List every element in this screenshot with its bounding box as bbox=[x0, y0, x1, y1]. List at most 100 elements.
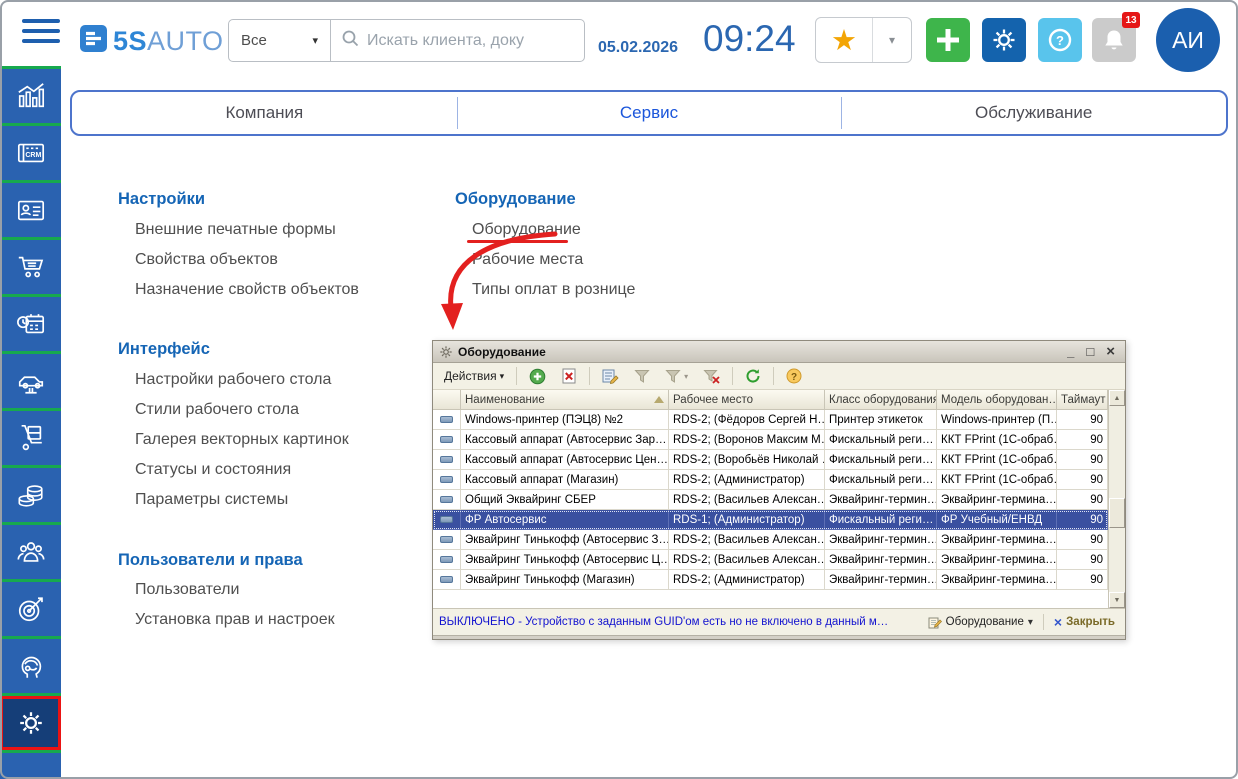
scroll-down-button[interactable]: ▼ bbox=[1109, 592, 1125, 608]
table-row[interactable]: Кассовый аппарат (Автосервис Цен… RDS-2;… bbox=[433, 450, 1108, 470]
search-input[interactable] bbox=[367, 32, 574, 50]
scroll-up-button[interactable]: ▲ bbox=[1109, 390, 1125, 406]
column-row-marker[interactable] bbox=[433, 390, 461, 410]
sidebar-item-next[interactable] bbox=[0, 753, 61, 779]
menu-link-vector-gallery[interactable]: Галерея векторных картинок bbox=[135, 431, 349, 449]
section-title-settings: Настройки bbox=[118, 190, 205, 209]
tab-company[interactable]: Компания bbox=[72, 92, 457, 134]
tab-maintenance[interactable]: Обслуживание bbox=[841, 92, 1226, 134]
sidebar-item-crm[interactable]: CRM bbox=[0, 126, 61, 180]
menu-link-property-assignment[interactable]: Назначение свойств объектов bbox=[135, 281, 359, 299]
refresh-button[interactable] bbox=[740, 365, 766, 387]
table-row[interactable]: Эквайринг Тинькофф (Автосервис Ц… RDS-2;… bbox=[433, 550, 1108, 570]
user-avatar[interactable]: АИ bbox=[1156, 8, 1220, 72]
item-icon bbox=[440, 436, 453, 443]
item-icon bbox=[440, 416, 453, 423]
table-row-selected[interactable]: ФР Автосервис RDS-1; (Администратор) Фис… bbox=[433, 510, 1108, 530]
sidebar-item-analytics[interactable] bbox=[0, 69, 61, 123]
table-row[interactable]: Эквайринг Тинькофф (Магазин) RDS-2; (Адм… bbox=[433, 570, 1108, 590]
equipment-table: Наименование Рабочее место Класс оборудо… bbox=[433, 390, 1125, 609]
logo-text-bold: 5S bbox=[113, 26, 147, 56]
menu-link-object-properties[interactable]: Свойства объектов bbox=[135, 251, 278, 269]
table-row[interactable]: Windows-принтер (ПЭЦ8) №2 RDS-2; (Фёдоро… bbox=[433, 410, 1108, 430]
svg-text:?: ? bbox=[1056, 33, 1064, 48]
window-toolbar: Действия ▾ ▾ bbox=[433, 363, 1125, 390]
sidebar-item-autoservice[interactable] bbox=[0, 354, 61, 408]
column-name[interactable]: Наименование bbox=[461, 390, 669, 410]
quick-settings-button[interactable] bbox=[982, 18, 1026, 62]
sidebar-item-marketing[interactable] bbox=[0, 582, 61, 636]
clear-filter-button[interactable] bbox=[698, 366, 725, 387]
status-message: ВЫКЛЮЧЕНО - Устройство с заданным GUID'о… bbox=[439, 616, 918, 628]
menu-link-desktop-styles[interactable]: Стили рабочего стола bbox=[135, 401, 299, 419]
list-setup-button[interactable] bbox=[597, 365, 624, 387]
menu-link-statuses[interactable]: Статусы и состояния bbox=[135, 461, 291, 479]
sidebar-item-finance[interactable] bbox=[0, 468, 61, 522]
search-icon bbox=[341, 29, 359, 52]
minimize-button[interactable]: _ bbox=[1067, 347, 1074, 357]
window-gear-icon bbox=[439, 345, 453, 359]
table-row[interactable]: Общий Эквайринг СБЕР RDS-2; (Васильев Ал… bbox=[433, 490, 1108, 510]
vertical-scrollbar[interactable]: ▲ ▼ bbox=[1108, 390, 1125, 608]
delete-row-button[interactable] bbox=[556, 365, 582, 387]
close-button[interactable]: × Закрыть bbox=[1050, 612, 1119, 632]
favorites-dropdown-button[interactable]: ▾ bbox=[873, 18, 911, 62]
column-model[interactable]: Модель оборудован… bbox=[937, 390, 1057, 410]
window-resize-edge[interactable] bbox=[433, 635, 1125, 639]
notifications-button[interactable]: 13 bbox=[1092, 18, 1136, 62]
sidebar-item-warehouse[interactable] bbox=[0, 411, 61, 465]
item-icon bbox=[440, 516, 453, 523]
column-timeout[interactable]: Таймаут bbox=[1057, 390, 1108, 410]
item-icon bbox=[440, 576, 453, 583]
plus-icon bbox=[933, 25, 963, 55]
sidebar-item-support[interactable] bbox=[0, 639, 61, 693]
sidebar-item-sales[interactable] bbox=[0, 240, 61, 294]
menu-link-retail-payment-types[interactable]: Типы оплат в рознице bbox=[472, 281, 635, 299]
column-workplace[interactable]: Рабочее место bbox=[669, 390, 825, 410]
sidebar-item-team[interactable] bbox=[0, 525, 61, 579]
sidebar-item-settings[interactable] bbox=[0, 696, 61, 750]
window-statusbar: ВЫКЛЮЧЕНО - Устройство с заданным GUID'о… bbox=[433, 609, 1125, 635]
tab-service[interactable]: Сервис bbox=[457, 92, 842, 134]
notebook-pencil-icon bbox=[928, 616, 942, 629]
search-scope-select[interactable]: Все ▾ bbox=[229, 20, 331, 61]
window-titlebar: Оборудование _ □ × bbox=[433, 341, 1125, 363]
table-row[interactable]: Кассовый аппарат (Магазин) RDS-2; (Админ… bbox=[433, 470, 1108, 490]
window-title: Оборудование bbox=[458, 345, 1062, 359]
table-row[interactable]: Кассовый аппарат (Автосервис Зар… RDS-2;… bbox=[433, 430, 1108, 450]
menu-toggle-button[interactable] bbox=[22, 19, 60, 47]
scrollbar-thumb[interactable] bbox=[1109, 498, 1125, 528]
menu-link-desktop-settings[interactable]: Настройки рабочего стола bbox=[135, 371, 331, 389]
table-row[interactable]: Эквайринг Тинькофф (Автосервис З… RDS-2;… bbox=[433, 530, 1108, 550]
menu-link-users[interactable]: Пользователи bbox=[135, 581, 239, 599]
scrollbar-track[interactable] bbox=[1109, 406, 1125, 592]
close-window-button[interactable]: × bbox=[1106, 347, 1115, 357]
funnel-clear-icon bbox=[703, 369, 720, 384]
close-x-icon: × bbox=[1054, 614, 1062, 630]
list-settings-icon bbox=[602, 368, 619, 384]
sidebar-item-contacts[interactable] bbox=[0, 183, 61, 237]
actions-menu-button[interactable]: Действия ▾ bbox=[439, 366, 509, 386]
column-class[interactable]: Класс оборудования bbox=[825, 390, 937, 410]
help-button-window[interactable]: ? bbox=[781, 365, 807, 387]
coins-icon bbox=[16, 480, 46, 510]
menu-link-rights-setup[interactable]: Установка прав и настроек bbox=[135, 611, 335, 629]
chevron-down-icon: ▾ bbox=[684, 372, 688, 381]
menu-link-workplaces[interactable]: Рабочие места bbox=[472, 251, 583, 269]
add-button[interactable] bbox=[926, 18, 970, 62]
menu-link-equipment[interactable]: Оборудование bbox=[472, 221, 581, 239]
sort-asc-icon bbox=[654, 396, 664, 403]
menu-link-external-print-forms[interactable]: Внешние печатные формы bbox=[135, 221, 336, 239]
funnel-icon bbox=[634, 369, 650, 384]
menu-link-system-parameters[interactable]: Параметры системы bbox=[135, 491, 288, 509]
funnel-icon bbox=[665, 369, 681, 384]
people-icon bbox=[16, 537, 46, 567]
add-row-button[interactable] bbox=[524, 365, 551, 388]
sidebar-item-planner[interactable] bbox=[0, 297, 61, 351]
maximize-button[interactable]: □ bbox=[1086, 347, 1094, 357]
help-button[interactable]: ? bbox=[1038, 18, 1082, 62]
equipment-menu-button[interactable]: Оборудование ▾ bbox=[924, 614, 1037, 631]
contact-card-icon bbox=[16, 195, 46, 225]
favorites-button[interactable]: ★ bbox=[816, 18, 873, 62]
car-lift-icon bbox=[16, 366, 46, 396]
